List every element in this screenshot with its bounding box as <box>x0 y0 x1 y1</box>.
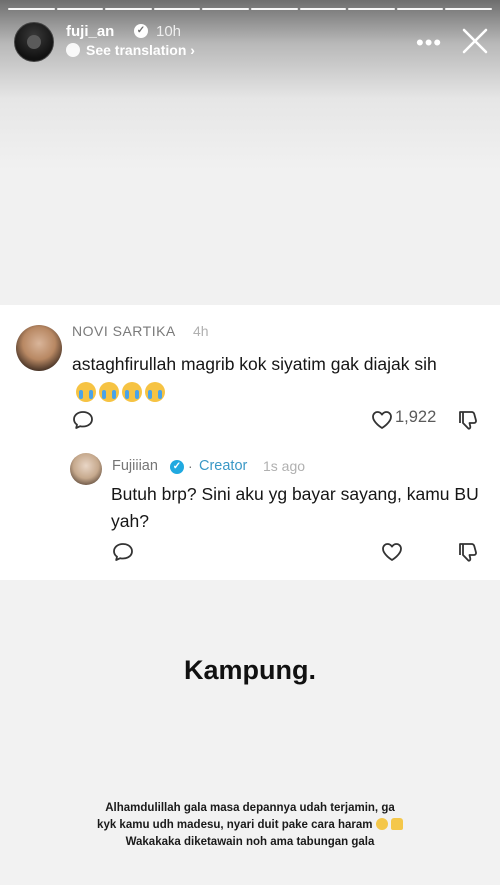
heart-icon[interactable] <box>381 542 403 562</box>
story-timestamp: 10h <box>156 23 182 40</box>
comment-text-content: astaghfirullah magrib kok siyatim gak di… <box>72 354 437 374</box>
comment-text: astaghfirullah magrib kok siyatim gak di… <box>72 351 482 405</box>
caption-line: Wakakaka diketawain noh ama tabungan gal… <box>125 836 375 848</box>
loudly-crying-face-emoji <box>122 382 142 403</box>
avatar-face <box>27 35 41 49</box>
caption-text: Alhamdulillah gala masa depannya udah te… <box>60 800 440 851</box>
progress-segment <box>299 8 347 10</box>
story-header: fuji_an ✓ 10h See translation › ••• <box>14 20 488 64</box>
globe-icon <box>66 43 80 57</box>
reply-text: Butuh brp? Sini aku yg bayar sayang, kam… <box>111 484 479 531</box>
reply-icon[interactable] <box>72 410 94 430</box>
progress-segment <box>8 8 55 10</box>
comment-card: NOVI SARTIKA 4h astaghfirullah magrib ko… <box>0 305 500 580</box>
heart-icon[interactable] <box>371 410 393 430</box>
progress-segment <box>250 8 298 10</box>
see-translation-label: See translation › <box>86 42 195 58</box>
caption-line: kyk kamu udh madesu, nyari duit pake car… <box>97 819 373 831</box>
smiling-face-emoji <box>375 818 388 830</box>
caption-line-with-emoji: kyk kamu udh madesu, nyari duit pake car… <box>60 817 440 834</box>
like-count: 1,922 <box>395 408 437 426</box>
verified-badge-icon: ✓ <box>170 460 184 474</box>
caption-title: Kampung. <box>184 655 316 685</box>
progress-segment <box>396 8 444 10</box>
reply-author-name[interactable]: Fujiiian <box>112 458 158 474</box>
commenter-name[interactable]: NOVI SARTIKA <box>72 323 176 339</box>
caption-line: Alhamdulillah gala masa depannya udah te… <box>105 802 395 814</box>
reply-avatar[interactable] <box>70 453 102 485</box>
reply-icon[interactable] <box>112 542 134 562</box>
progress-segment <box>445 8 492 10</box>
loudly-crying-face-emoji <box>76 382 96 403</box>
progress-segment <box>348 8 395 10</box>
loudly-crying-face-emoji <box>99 382 119 403</box>
progress-segment <box>105 8 152 10</box>
separator-dot: · <box>188 458 193 474</box>
creator-badge: Creator <box>199 458 248 474</box>
comment-timestamp: 4h <box>193 323 209 339</box>
loudly-crying-face-emoji <box>145 382 165 403</box>
thumbs-up-emoji <box>390 818 403 830</box>
see-translation-button[interactable]: See translation › <box>66 42 195 58</box>
more-icon[interactable]: ••• <box>416 30 442 56</box>
dislike-icon[interactable] <box>457 410 479 430</box>
reply-timestamp: 1s ago <box>263 458 306 474</box>
verified-badge-icon: ✓ <box>134 24 148 38</box>
progress-segment <box>56 8 104 10</box>
emoji-row <box>76 382 165 403</box>
dislike-icon[interactable] <box>457 542 479 562</box>
commenter-avatar[interactable] <box>16 325 62 371</box>
story-username[interactable]: fuji_an <box>66 23 114 40</box>
progress-segment <box>153 8 201 10</box>
progress-segment <box>202 8 249 10</box>
close-icon[interactable] <box>460 26 490 56</box>
story-progress-bar <box>8 8 492 10</box>
profile-avatar[interactable] <box>14 22 54 62</box>
